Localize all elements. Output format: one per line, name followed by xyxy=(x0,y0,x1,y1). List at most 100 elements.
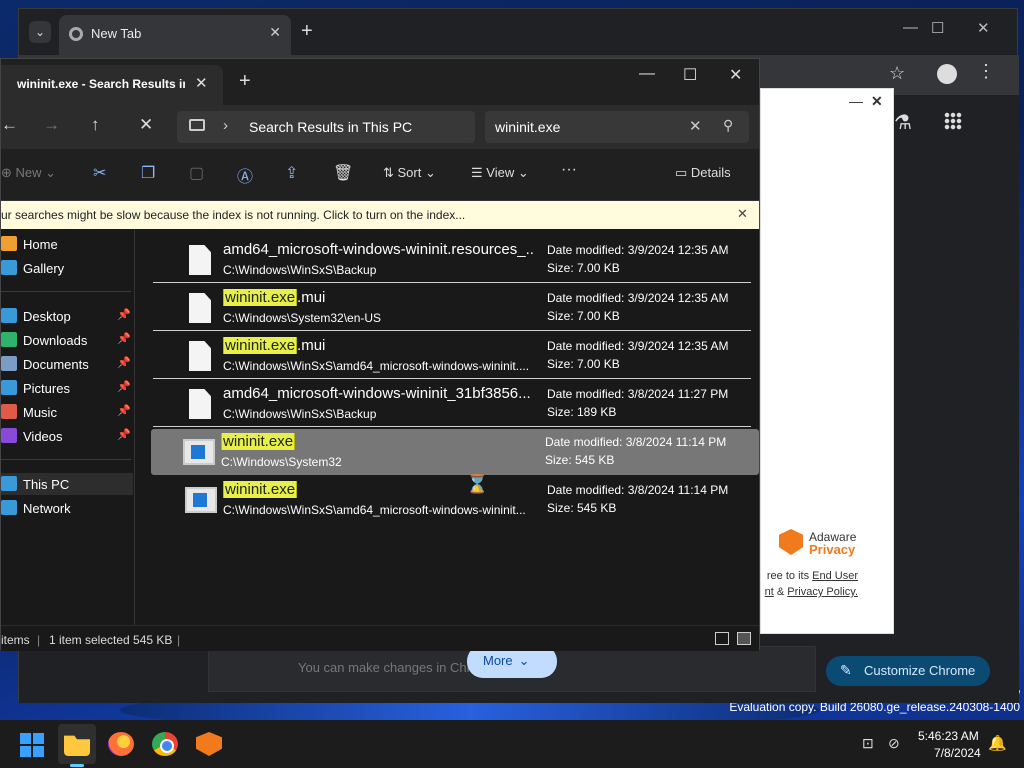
eula-link-partial[interactable]: nt xyxy=(765,586,774,598)
sidebar-item-downloads[interactable]: Downloads 📌 xyxy=(1,329,133,351)
forward-arrow-icon[interactable]: → xyxy=(43,115,60,135)
tab-search-button[interactable]: ⌄ xyxy=(29,21,51,43)
copy-icon[interactable]: ❐ xyxy=(141,163,155,183)
bookmark-star-icon[interactable]: ☆ xyxy=(889,63,905,84)
privacy-policy-link[interactable]: Privacy Policy. xyxy=(787,586,858,598)
paste-icon[interactable]: ▢ xyxy=(189,163,204,183)
sidebar-item-home[interactable]: Home xyxy=(1,233,133,255)
volume-muted-tray-icon[interactable]: ⊘ xyxy=(888,735,900,752)
sidebar-item-pictures[interactable]: Pictures 📌 xyxy=(1,377,133,399)
delete-icon[interactable]: 🗑 xyxy=(333,163,353,183)
chrome-favicon-icon xyxy=(69,27,83,41)
share-icon[interactable]: ⇪ xyxy=(285,163,298,183)
eula-link[interactable]: End User xyxy=(812,570,858,582)
close-tab-icon[interactable]: ✕ xyxy=(269,24,281,41)
sidebar-item-videos[interactable]: Videos 📌 xyxy=(1,425,133,447)
file-icon xyxy=(189,293,211,323)
rename-icon[interactable]: Ⓐ xyxy=(237,163,253,187)
explorer-tab-title: wininit.exe - Search Results in T xyxy=(17,77,185,91)
result-row[interactable]: amd64_microsoft-windows-wininit.resource… xyxy=(153,237,751,283)
see-more-button[interactable]: ··· xyxy=(561,161,577,179)
maximize-icon[interactable]: ☐ xyxy=(683,65,697,85)
network-tray-icon[interactable]: ⊡ xyxy=(862,735,874,752)
google-apps-icon[interactable] xyxy=(944,112,962,130)
maximize-icon[interactable]: ☐ xyxy=(931,19,944,37)
new-tab-button[interactable]: + xyxy=(301,20,313,43)
cut-icon[interactable]: ✂ xyxy=(93,163,106,183)
explorer-tab[interactable]: wininit.exe - Search Results in T ✕ xyxy=(1,65,223,105)
customize-chrome-button[interactable]: ✎ Customize Chrome xyxy=(826,656,990,686)
this-pc-icon xyxy=(1,476,17,491)
sidebar-item-music[interactable]: Music 📌 xyxy=(1,401,133,423)
pin-icon[interactable]: 📌 xyxy=(117,428,131,441)
new-label: New xyxy=(15,165,42,180)
address-bar[interactable]: › Search Results in This PC xyxy=(177,111,475,143)
back-arrow-icon[interactable]: ← xyxy=(1,115,18,135)
labs-flask-icon[interactable]: ⚗ xyxy=(894,110,912,135)
pin-icon[interactable]: 📌 xyxy=(117,404,131,417)
search-icon[interactable]: ⚲ xyxy=(723,117,733,134)
pencil-icon: ✎ xyxy=(840,662,852,678)
info-bar-message[interactable]: ur searches might be slow because the in… xyxy=(1,208,465,222)
ntp-footer-text: You can make changes in Chr xyxy=(298,660,471,675)
sidebar-item-gallery[interactable]: Gallery xyxy=(1,257,133,279)
search-box[interactable]: ✕ ⚲ xyxy=(485,111,749,143)
info-bar-close-icon[interactable]: ✕ xyxy=(737,206,748,222)
chrome-tab-new-tab[interactable]: New Tab ✕ xyxy=(59,15,291,55)
result-row[interactable]: wininit.exe .mui C:\Windows\System32\en-US… xyxy=(153,285,751,331)
close-tab-icon[interactable]: ✕ xyxy=(195,74,208,92)
sidebar-item-network[interactable]: Network xyxy=(1,497,133,519)
details-view-icon[interactable] xyxy=(715,632,729,645)
result-row[interactable]: amd64_microsoft-windows-wininit_31bf3856… xyxy=(153,381,751,427)
adaware-taskbar-icon[interactable] xyxy=(196,732,222,756)
minimize-icon[interactable]: — xyxy=(903,19,918,36)
clock-date[interactable]: 7/8/2024 xyxy=(934,746,981,760)
result-name: amd64_microsoft-windows-wininit_31bf3856… xyxy=(223,385,533,402)
view-button[interactable]: ☰ View ⌄ xyxy=(471,165,529,181)
result-row[interactable]: wininit.exe .mui C:\Windows\WinSxS\amd64_m… xyxy=(153,333,751,379)
result-name: wininit.exe xyxy=(221,433,531,450)
sort-button[interactable]: ⇅ Sort ⌄ xyxy=(383,165,436,181)
index-info-bar[interactable]: ur searches might be slow because the in… xyxy=(1,201,759,229)
navigation-pane: Home Gallery Desktop 📌 Downloads 📌 Documents 📌 P… xyxy=(1,229,135,625)
close-window-icon[interactable]: ✕ xyxy=(977,19,990,37)
pin-icon[interactable]: 📌 xyxy=(117,332,131,345)
file-icon xyxy=(189,389,211,419)
clear-search-icon[interactable]: ✕ xyxy=(689,117,702,135)
pin-icon[interactable]: 📌 xyxy=(117,308,131,321)
result-row[interactable]: wininit.exe C:\Windows\System32 Date modif… xyxy=(151,429,759,475)
result-name-rest: amd64_microsoft-windows-wininit.resource… xyxy=(223,241,533,258)
sidebar-item-this-pc[interactable]: This PC xyxy=(1,473,133,495)
result-row[interactable]: wininit.exe C:\Windows\WinSxS\amd64_micro… xyxy=(153,477,751,523)
new-tab-button[interactable]: + xyxy=(239,70,251,93)
profile-avatar-icon[interactable] xyxy=(937,64,957,84)
notification-bell-icon[interactable]: 🔔 xyxy=(988,734,1007,752)
chrome-taskbar-icon[interactable] xyxy=(152,732,178,756)
minimize-icon[interactable]: — xyxy=(639,65,655,83)
home-icon xyxy=(1,236,17,251)
start-button-icon[interactable] xyxy=(20,733,44,757)
result-date-modified: Date modified: 3/8/2024 11:14 PM xyxy=(545,435,727,449)
result-path: C:\Windows\WinSxS\Backup xyxy=(223,263,377,277)
popup-minimize-icon[interactable]: — xyxy=(849,93,863,109)
chrome-menu-icon[interactable]: ⋮ xyxy=(977,61,995,82)
sidebar-divider xyxy=(1,291,131,292)
close-window-icon[interactable]: ✕ xyxy=(729,65,742,85)
details-button[interactable]: ▭ Details xyxy=(675,165,731,181)
clock-time[interactable]: 5:46:23 AM xyxy=(918,729,979,743)
popup-close-icon[interactable]: ✕ xyxy=(871,93,883,110)
search-input[interactable] xyxy=(495,117,685,137)
sidebar-item-documents[interactable]: Documents 📌 xyxy=(1,353,133,375)
tiles-view-icon[interactable] xyxy=(737,632,751,645)
details-label: Details xyxy=(690,165,731,180)
pin-icon[interactable]: 📌 xyxy=(117,356,131,369)
stop-icon[interactable]: ✕ xyxy=(139,115,153,135)
sidebar-item-desktop[interactable]: Desktop 📌 xyxy=(1,305,133,327)
network-icon xyxy=(1,500,17,515)
pin-icon[interactable]: 📌 xyxy=(117,380,131,393)
new-button[interactable]: ⊕ New ⌄ xyxy=(1,165,56,181)
adaware-popup: — ✕ Adaware Privacy ree to its End User … xyxy=(760,88,894,634)
up-arrow-icon[interactable]: ↑ xyxy=(91,115,100,135)
firefox-taskbar-icon[interactable] xyxy=(108,732,134,756)
sidebar-item-label: Downloads xyxy=(23,333,88,348)
